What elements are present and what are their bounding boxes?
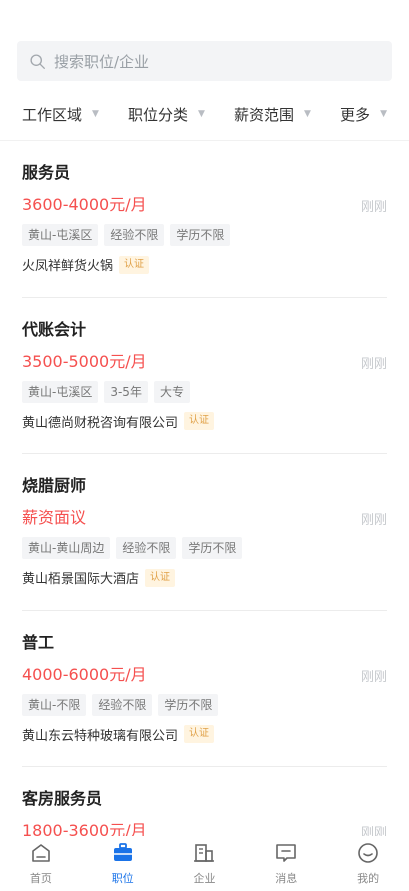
tab-jobs[interactable]: 职位 [93, 841, 153, 886]
company-name: 火凤祥鲜货火锅 [22, 259, 114, 274]
job-salary: 3600-4000元/月 [22, 195, 147, 214]
job-salary: 薪资面议 [22, 508, 87, 527]
tab-label: 职位 [111, 872, 134, 885]
building-icon [194, 844, 215, 862]
tab-label: 消息 [275, 872, 298, 885]
job-title: 服务员 [22, 163, 71, 182]
filter-salary-range[interactable]: 薪资范围 ▼ [234, 104, 311, 125]
tag-experience: 经验不限 [92, 693, 153, 716]
tab-label: 我的 [357, 872, 380, 885]
filter-bar: 工作区域 ▼ 职位分类 ▼ 薪资范围 ▼ 更多 ▼ [0, 100, 409, 128]
verified-badge: 认证 [145, 568, 176, 587]
company-row: 黄山栢景国际大酒店 认证 [22, 568, 176, 587]
post-time: 刚刚 [360, 356, 387, 372]
job-tags: 黄山-屯溪区 经验不限 学历不限 [22, 224, 231, 246]
tag-education: 学历不限 [170, 224, 231, 246]
job-title: 普工 [22, 632, 55, 652]
job-card[interactable]: 普工 4000-6000元/月 刚刚 黄山-不限 经验不限 学历不限 黄山东云特… [22, 611, 387, 767]
home-icon [32, 844, 50, 862]
filter-more[interactable]: 更多 ▼ [340, 104, 387, 125]
tab-label: 首页 [29, 872, 52, 885]
tab-company[interactable]: 企业 [174, 841, 234, 886]
tag-experience: 经验不限 [104, 224, 165, 246]
company-row: 黄山东云特种玻璃有限公司 认证 [22, 725, 215, 744]
profile-icon [358, 843, 378, 863]
tag-location: 黄山-屯溪区 [22, 380, 99, 403]
company-row: 黄山德尚财税咨询有限公司 认证 [22, 412, 215, 431]
job-title: 代账会计 [22, 319, 87, 339]
filter-label: 工作区域 [22, 105, 83, 124]
job-salary: 3500-5000元/月 [22, 351, 147, 371]
verified-badge: 认证 [184, 725, 215, 743]
company-name: 黄山德尚财税咨询有限公司 [22, 415, 179, 431]
search-input[interactable]: 搜索职位/企业 [54, 51, 149, 72]
caret-down-icon: ▼ [380, 109, 387, 119]
tag-education: 学历不限 [158, 693, 219, 716]
bottom-tab-bar: 首页 职位 企业 消息 我的 [0, 836, 409, 891]
job-tags: 黄山-屯溪区 3-5年 大专 [22, 380, 190, 403]
tab-label: 企业 [193, 872, 216, 885]
filter-label: 薪资范围 [234, 105, 295, 124]
tag-education: 大专 [153, 380, 190, 403]
tag-location: 黄山-不限 [22, 693, 87, 716]
caret-down-icon: ▼ [198, 109, 205, 119]
tag-location: 黄山-黄山周边 [22, 537, 111, 559]
tab-messages[interactable]: 消息 [256, 841, 316, 886]
job-title: 烧腊厨师 [22, 476, 87, 495]
job-card[interactable]: 服务员 3600-4000元/月 刚刚 黄山-屯溪区 经验不限 学历不限 火凤祥… [22, 141, 387, 298]
post-time: 刚刚 [360, 200, 387, 215]
search-icon [30, 53, 45, 69]
caret-down-icon: ▼ [92, 109, 99, 119]
tab-home[interactable]: 首页 [11, 841, 71, 886]
tag-experience: 3-5年 [104, 380, 148, 403]
briefcase-icon [113, 843, 132, 861]
search-bar[interactable]: 搜索职位/企业 [17, 41, 392, 81]
verified-badge: 认证 [119, 255, 150, 274]
post-time: 刚刚 [360, 669, 387, 685]
company-name: 黄山栢景国际大酒店 [22, 572, 140, 587]
verified-badge: 认证 [184, 412, 215, 430]
filter-label: 职位分类 [128, 105, 189, 124]
tag-experience: 经验不限 [116, 537, 177, 559]
job-title: 客房服务员 [22, 789, 103, 808]
job-card[interactable]: 烧腊厨师 薪资面议 刚刚 黄山-黄山周边 经验不限 学历不限 黄山栢景国际大酒店… [22, 454, 387, 611]
tab-profile[interactable]: 我的 [338, 841, 398, 886]
filter-label: 更多 [340, 105, 371, 124]
job-list: 服务员 3600-4000元/月 刚刚 黄山-屯溪区 经验不限 学历不限 火凤祥… [0, 141, 409, 891]
job-card[interactable]: 代账会计 3500-5000元/月 刚刚 黄山-屯溪区 3-5年 大专 黄山德尚… [22, 298, 387, 454]
filter-work-area[interactable]: 工作区域 ▼ [22, 104, 99, 125]
company-name: 黄山东云特种玻璃有限公司 [22, 728, 179, 744]
post-time: 刚刚 [360, 513, 387, 528]
tag-location: 黄山-屯溪区 [22, 224, 99, 246]
message-icon [276, 844, 297, 862]
company-row: 火凤祥鲜货火锅 认证 [22, 255, 150, 274]
job-salary: 4000-6000元/月 [22, 664, 147, 684]
filter-job-category[interactable]: 职位分类 ▼ [128, 104, 205, 125]
job-tags: 黄山-黄山周边 经验不限 学历不限 [22, 537, 243, 559]
caret-down-icon: ▼ [304, 109, 311, 119]
tag-education: 学历不限 [182, 537, 243, 559]
job-tags: 黄山-不限 经验不限 学历不限 [22, 693, 219, 716]
